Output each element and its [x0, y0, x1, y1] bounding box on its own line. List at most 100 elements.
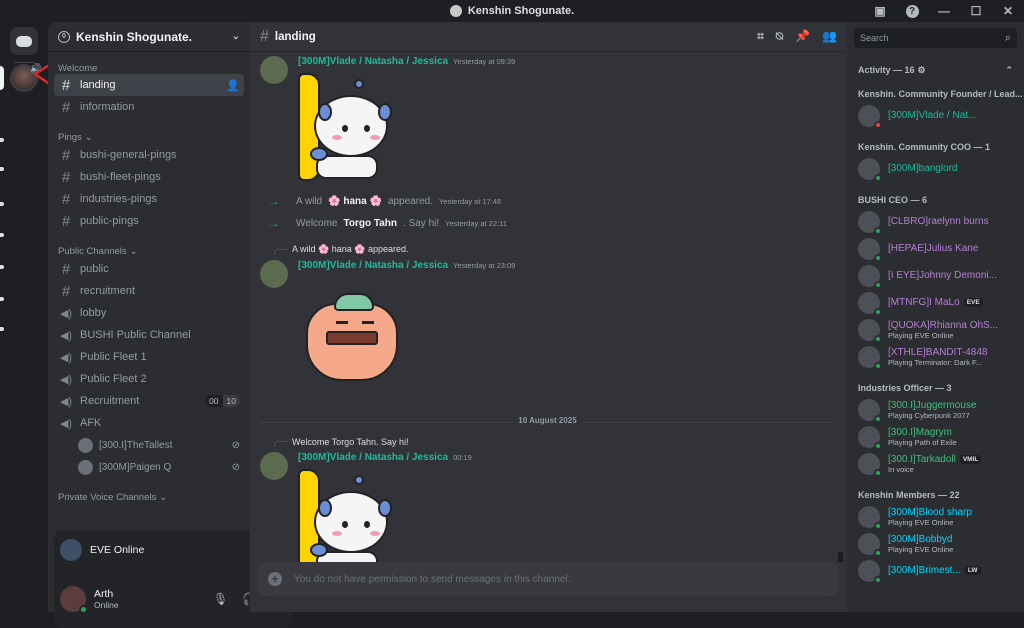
microphone-icon[interactable]: 🎙: [213, 592, 228, 606]
avatar: [858, 104, 882, 129]
voice-channel-public-fleet-2[interactable]: ◀) Public Fleet 2: [54, 368, 244, 390]
help-icon[interactable]: ?: [896, 0, 928, 22]
member-item[interactable]: [300M]Blood sharp Playing EVE Online: [847, 503, 1024, 530]
guild-tag-badge: VMIL: [959, 454, 982, 464]
inbox-icon[interactable]: ▣: [864, 0, 896, 22]
chevron-down-icon: ⌄: [231, 31, 240, 42]
threads-icon[interactable]: ⌗: [757, 29, 764, 44]
voice-user[interactable]: [300.I]TheTallest ⊘: [78, 434, 244, 456]
hash-icon: #: [61, 168, 71, 186]
member-item[interactable]: [I EYE]Johnny Demoni...: [847, 262, 1024, 289]
attach-plus-icon[interactable]: +: [268, 572, 282, 586]
voice-channel-afk[interactable]: ◀) AFK: [54, 412, 244, 434]
notification-bell-muted-icon[interactable]: ⍉: [776, 29, 783, 44]
category-public-channels[interactable]: Public Channels ⌄: [48, 244, 250, 258]
activity-section-header[interactable]: Activity — 16 ⚙ ⌃: [847, 62, 1024, 78]
member-item[interactable]: [300M]Bobbyd Playing EVE Online: [847, 530, 1024, 557]
member-list-icon[interactable]: 👥: [822, 29, 837, 44]
sticker-image[interactable]: [306, 293, 406, 383]
voice-channel-bushi-public[interactable]: ◀) BUSHI Public Channel: [54, 324, 244, 346]
member-item[interactable]: [CLBRO]raelynn burns: [847, 208, 1024, 235]
sticker-image[interactable]: [298, 469, 398, 562]
member-item[interactable]: [300.I]Tarkadoll VMIL In voice: [847, 450, 1024, 477]
status-dot: [874, 280, 882, 289]
reply-preview[interactable]: A wild 🌸 hana 🌸 appeared.: [274, 244, 408, 255]
hash-icon: #: [61, 98, 71, 116]
user-status: Online: [94, 600, 119, 610]
guild-tag-badge: LW: [964, 566, 981, 575]
channel-bushi-general-pings[interactable]: # bushi-general-pings: [54, 144, 244, 166]
message-list: [300M]Vlade / Natasha / Jessica Yesterda…: [250, 52, 847, 562]
message-author[interactable]: [300M]Vlade / Natasha / Jessica: [298, 260, 448, 271]
avatar[interactable]: [260, 260, 288, 288]
chat-area: # landing ⌗ ⍉ 📌 👥 [300M]Vlade / Natasha …: [250, 22, 847, 612]
member-name: [HEPAE]Julius Kane: [888, 243, 979, 254]
discord-home-button[interactable]: [10, 27, 38, 55]
channel-industries-pings[interactable]: # industries-pings: [54, 188, 244, 210]
status-dot: [874, 548, 882, 557]
category-welcome[interactable]: Welcome: [48, 62, 250, 74]
category-private-voice[interactable]: Private Voice Channels ⌄: [48, 490, 250, 504]
channel-bushi-fleet-pings[interactable]: # bushi-fleet-pings: [54, 166, 244, 188]
system-message: → A wild 🌸 hana 🌸 appeared. Yesterday at…: [268, 194, 502, 208]
status-dot: [874, 120, 882, 129]
avatar[interactable]: [260, 452, 288, 480]
unread-indicator: [0, 202, 4, 206]
status-dot: [874, 521, 882, 530]
avatar[interactable]: [60, 586, 88, 614]
avatar: [858, 452, 882, 477]
unread-indicator: [0, 265, 4, 269]
server-header[interactable]: 0 Kenshin Shogunate. ⌄: [48, 22, 250, 52]
reply-preview[interactable]: Welcome Torgo Tahn. Say hi!: [274, 436, 409, 447]
status-dot: [874, 173, 882, 182]
hash-icon: #: [260, 27, 269, 45]
voice-channel-lobby[interactable]: ◀) lobby: [54, 302, 244, 324]
member-item[interactable]: [300.I]Juggermouse Playing Cyberpunk 2077: [847, 396, 1024, 423]
maximize-button[interactable]: ☐: [960, 0, 992, 22]
sticker-image[interactable]: [298, 73, 398, 181]
chevron-up-icon[interactable]: ⌃: [1005, 65, 1013, 76]
channel-landing[interactable]: # landing 👤: [54, 74, 244, 96]
message[interactable]: [300M]Vlade / Natasha / Jessica Yesterda…: [260, 56, 515, 181]
member-activity: Playing EVE Online: [888, 544, 954, 554]
pin-icon[interactable]: 📌: [795, 29, 810, 44]
message-composer[interactable]: + You do not have permission to send mes…: [258, 562, 839, 596]
online-status-dot: [79, 605, 88, 614]
chevron-down-icon: ⌄: [129, 245, 138, 257]
message[interactable]: [300M]Vlade / Natasha / Jessica Yesterda…: [260, 260, 515, 383]
minimize-button[interactable]: —: [928, 0, 960, 22]
member-item[interactable]: [XTHLE]BANDIT-4848 Playing Terminator: Da…: [847, 343, 1024, 370]
member-item[interactable]: [300M]Brimest... LW: [847, 557, 1024, 584]
message-timestamp: 00:19: [453, 453, 472, 462]
avatar: [858, 264, 882, 289]
avatar: [858, 532, 882, 557]
hash-icon: #: [61, 146, 71, 164]
member-item[interactable]: [300M]banglord: [847, 155, 1024, 182]
hash-icon: #: [61, 212, 71, 230]
voice-channel-public-fleet-1[interactable]: ◀) Public Fleet 1: [54, 346, 244, 368]
channel-information[interactable]: # information: [54, 96, 244, 118]
member-item[interactable]: [MTNFG]I MaLo EVE: [847, 289, 1024, 316]
add-member-icon[interactable]: 👤: [226, 79, 240, 92]
avatar[interactable]: [260, 56, 288, 84]
voice-user[interactable]: [300M]Paigen Q ⊘: [78, 456, 244, 478]
search-input[interactable]: Search ⌕: [854, 28, 1017, 48]
category-pings[interactable]: Pings ⌄: [48, 130, 250, 144]
voice-channel-recruitment[interactable]: ◀) Recruitment 00 10: [54, 390, 244, 412]
member-item[interactable]: [QUOKA]Rhianna OhS... Playing EVE Online: [847, 316, 1024, 343]
guild-tag-badge: EVE: [963, 298, 983, 307]
member-item[interactable]: [300M]Vlade / Nat...: [847, 102, 1024, 129]
speaker-icon: ◀): [59, 351, 73, 364]
channel-public-pings[interactable]: # public-pings: [54, 210, 244, 232]
member-item[interactable]: [HEPAE]Julius Kane: [847, 235, 1024, 262]
unread-indicator: [0, 138, 4, 142]
message-author[interactable]: [300M]Vlade / Natasha / Jessica: [298, 56, 448, 67]
channel-public[interactable]: # public: [54, 258, 244, 280]
message-author[interactable]: [300M]Vlade / Natasha / Jessica: [298, 452, 448, 463]
close-button[interactable]: ✕: [992, 0, 1024, 22]
message[interactable]: [300M]Vlade / Natasha / Jessica 00:19: [260, 452, 472, 562]
channel-recruitment[interactable]: # recruitment: [54, 280, 244, 302]
member-item[interactable]: [300.I]Magrym Playing Path of Exile: [847, 423, 1024, 450]
scrollbar-thumb[interactable]: [838, 552, 843, 562]
status-dot: [874, 226, 882, 235]
